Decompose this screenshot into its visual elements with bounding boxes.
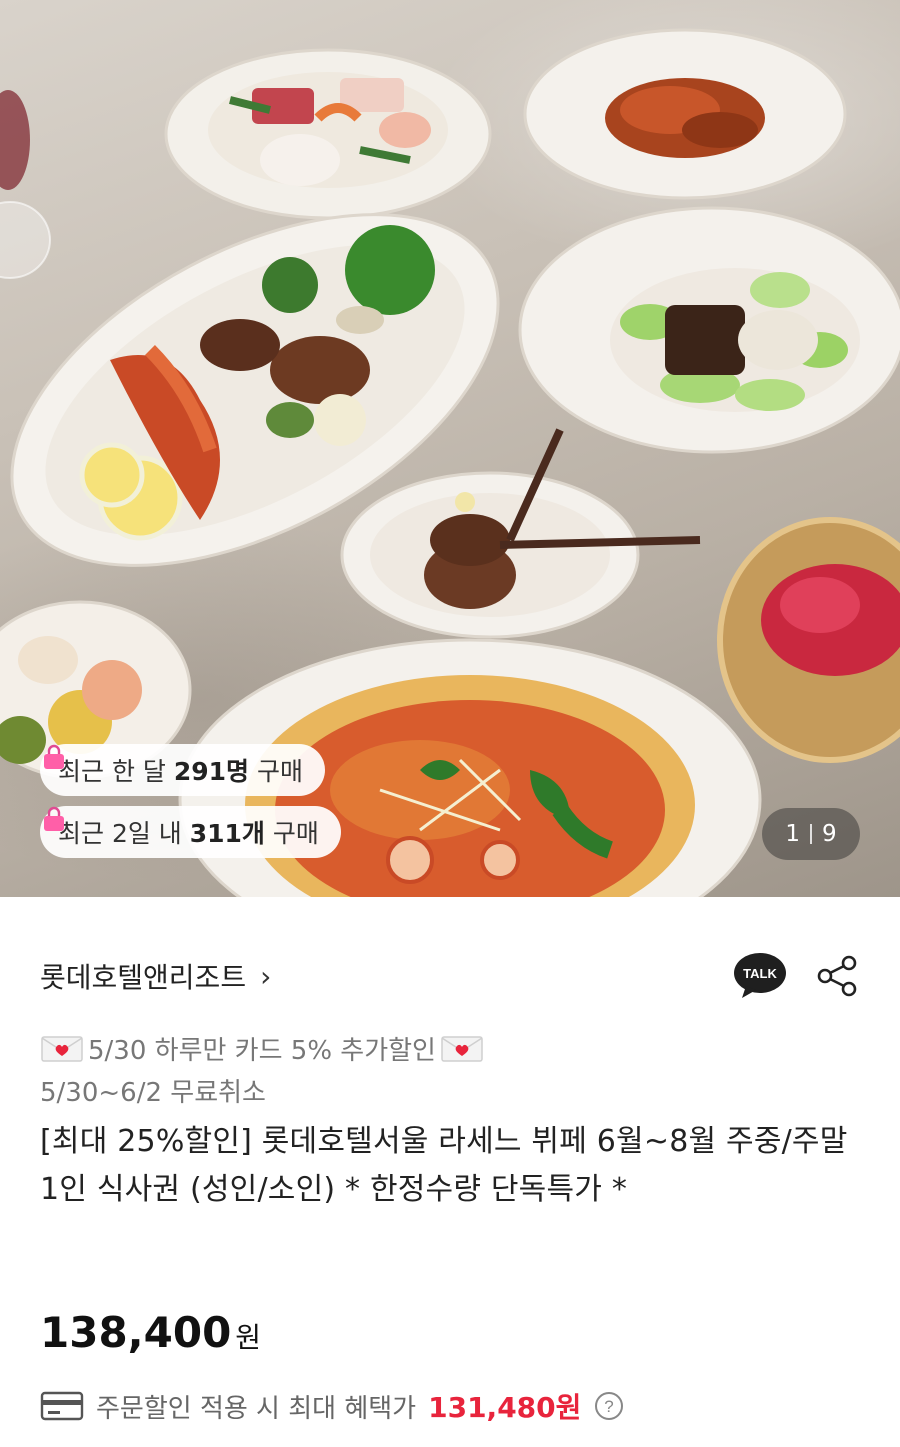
chevron-right-icon: › [260, 959, 272, 993]
love-letter-icon [41, 1035, 83, 1062]
max-benefit-row[interactable]: 주문할인 적용 시 최대 혜택가 131,480원 ? [40, 1386, 625, 1426]
badge-count: 311개 [189, 819, 265, 848]
recent-purchase-badge-month: 최근 한 달 291명 구매 [40, 744, 325, 796]
benefit-label: 주문할인 적용 시 최대 혜택가 [96, 1393, 417, 1424]
badge-suffix: 구매 [264, 819, 319, 848]
product-image-carousel[interactable]: 최근 한 달 291명 구매 최근 2일 내 311개 구매 1 9 [0, 0, 900, 897]
price-amount: 138,400 [40, 1308, 232, 1357]
counter-divider [810, 824, 812, 844]
badge-prefix: 최근 2일 내 [58, 819, 190, 848]
share-icon[interactable] [816, 954, 860, 998]
shopping-bag-icon [44, 744, 64, 769]
current-page: 1 [785, 821, 800, 847]
kakao-talk-icon[interactable]: TALK [732, 952, 788, 1000]
total-pages: 9 [822, 821, 837, 847]
badge-prefix: 최근 한 달 [58, 757, 174, 786]
benefit-price: 131,480원 [428, 1391, 582, 1424]
talk-label: TALK [743, 966, 777, 981]
love-letter-icon [441, 1035, 483, 1062]
free-cancel-text: 5/30~6/2 무료취소 [40, 1078, 266, 1108]
header-actions: TALK [732, 952, 860, 1000]
brand-row: 롯데호텔앤리조트 › TALK [40, 950, 860, 1002]
shopping-bag-icon [44, 806, 64, 831]
badge-suffix: 구매 [249, 757, 303, 786]
svg-text:?: ? [605, 1397, 614, 1416]
question-circle-icon[interactable]: ? [593, 1390, 625, 1422]
badge-count: 291명 [173, 757, 250, 786]
promo-line: 5/30 하루만 카드 5% 추가할인 [40, 1030, 484, 1067]
product-title: [최대 25%할인] 롯데호텔서울 라세느 뷔페 6월~8월 주중/주말 1인 … [40, 1124, 848, 1207]
image-page-counter: 1 9 [762, 808, 860, 860]
brand-link[interactable]: 롯데호텔앤리조트 › [40, 956, 271, 996]
credit-card-icon [40, 1391, 84, 1421]
brand-name: 롯데호텔앤리조트 [40, 961, 247, 994]
promo-text: 5/30 하루만 카드 5% 추가할인 [88, 1036, 436, 1066]
recent-purchase-badge-2days: 최근 2일 내 311개 구매 [40, 806, 341, 858]
price-unit: 원 [235, 1321, 262, 1354]
price: 138,400 원 [40, 1308, 261, 1357]
